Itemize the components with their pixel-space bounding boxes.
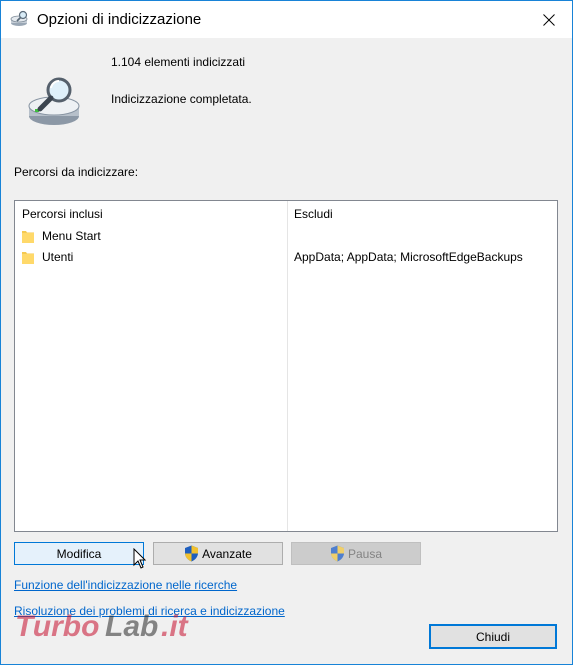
svg-text:Lab: Lab: [105, 610, 158, 643]
pause-button[interactable]: Pausa: [291, 542, 421, 565]
column-header-exclude[interactable]: Escludi: [294, 207, 333, 221]
indexing-options-window: Opzioni di indicizzazione 1.104 elementi…: [0, 0, 573, 665]
mouse-cursor-icon: [133, 547, 147, 570]
title-bar[interactable]: Opzioni di indicizzazione: [1, 1, 572, 38]
uac-shield-icon: [330, 545, 344, 562]
paths-to-index-label: Percorsi da indicizzare:: [14, 165, 139, 179]
advanced-button-label: Avanzate: [202, 546, 252, 561]
list-item[interactable]: Utenti AppData; AppData; MicrosoftEdgeBa…: [15, 247, 557, 267]
indexed-locations-list[interactable]: Percorsi inclusi Escludi Menu Start Uten…: [14, 200, 558, 532]
close-window-button[interactable]: [526, 1, 572, 38]
modify-button[interactable]: Modifica: [14, 542, 144, 565]
close-button[interactable]: Chiudi: [429, 624, 557, 649]
folder-icon: [22, 229, 34, 243]
window-title: Opzioni di indicizzazione: [37, 11, 202, 28]
close-button-label: Chiudi: [475, 629, 511, 644]
svg-text:Turbo: Turbo: [15, 610, 99, 643]
modify-button-label: Modifica: [56, 546, 102, 561]
indexed-items-count: 1.104 elementi indicizzati: [111, 55, 246, 69]
indexing-options-icon: [10, 10, 30, 28]
folder-icon: [22, 250, 34, 264]
list-item-name: Utenti: [42, 250, 74, 264]
list-item-name: Menu Start: [42, 229, 101, 243]
drive-search-icon: [27, 76, 83, 128]
pause-button-label: Pausa: [347, 546, 383, 561]
uac-shield-icon: [185, 545, 199, 562]
close-icon: [543, 13, 555, 26]
list-item-exclude: AppData; AppData; MicrosoftEdgeBackups: [294, 250, 523, 264]
turbolab-watermark: Turbo Lab .it: [15, 610, 190, 643]
list-item[interactable]: Menu Start: [15, 226, 557, 246]
advanced-button[interactable]: Avanzate: [153, 542, 283, 565]
indexing-status: Indicizzazione completata.: [111, 92, 252, 106]
column-header-included[interactable]: Percorsi inclusi: [22, 207, 103, 221]
svg-text:.it: .it: [161, 610, 190, 643]
search-indexing-link[interactable]: Funzione dell'indicizzazione nelle ricer…: [14, 578, 237, 592]
